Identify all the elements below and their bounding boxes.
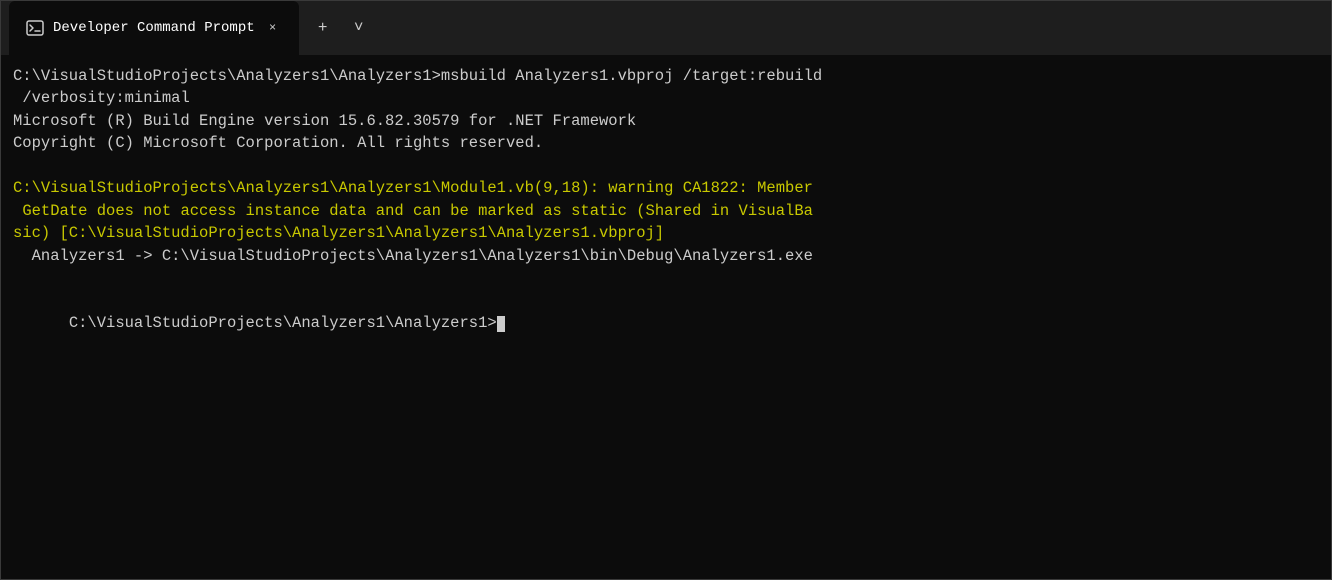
terminal-cursor — [497, 316, 505, 332]
terminal-line-warning: C:\VisualStudioProjects\Analyzers1\Analy… — [13, 177, 1319, 199]
new-tab-button[interactable]: + — [307, 12, 339, 44]
title-bar: Developer Command Prompt × + ˅ — [1, 1, 1331, 55]
terminal-window: Developer Command Prompt × + ˅ C:\Visual… — [0, 0, 1332, 580]
tab-label: Developer Command Prompt — [53, 20, 255, 36]
tab-actions: + ˅ — [307, 12, 375, 44]
terminal-line: C:\VisualStudioProjects\Analyzers1\Analy… — [13, 65, 1319, 87]
empty-line — [13, 267, 1319, 289]
terminal-icon — [25, 18, 45, 38]
terminal-line-warning: GetDate does not access instance data an… — [13, 200, 1319, 222]
empty-line — [13, 155, 1319, 177]
dropdown-button[interactable]: ˅ — [343, 12, 375, 44]
terminal-prompt: C:\VisualStudioProjects\Analyzers1\Analy… — [69, 314, 497, 332]
terminal-body[interactable]: C:\VisualStudioProjects\Analyzers1\Analy… — [1, 55, 1331, 579]
terminal-line: Copyright (C) Microsoft Corporation. All… — [13, 132, 1319, 154]
terminal-line: Microsoft (R) Build Engine version 15.6.… — [13, 110, 1319, 132]
terminal-line-output: Analyzers1 -> C:\VisualStudioProjects\An… — [13, 245, 1319, 267]
terminal-line-warning: sic) [C:\VisualStudioProjects\Analyzers1… — [13, 222, 1319, 244]
tab-close-button[interactable]: × — [263, 18, 283, 38]
terminal-tab[interactable]: Developer Command Prompt × — [9, 1, 299, 55]
terminal-line: /verbosity:minimal — [13, 87, 1319, 109]
terminal-prompt-line: C:\VisualStudioProjects\Analyzers1\Analy… — [13, 290, 1319, 357]
